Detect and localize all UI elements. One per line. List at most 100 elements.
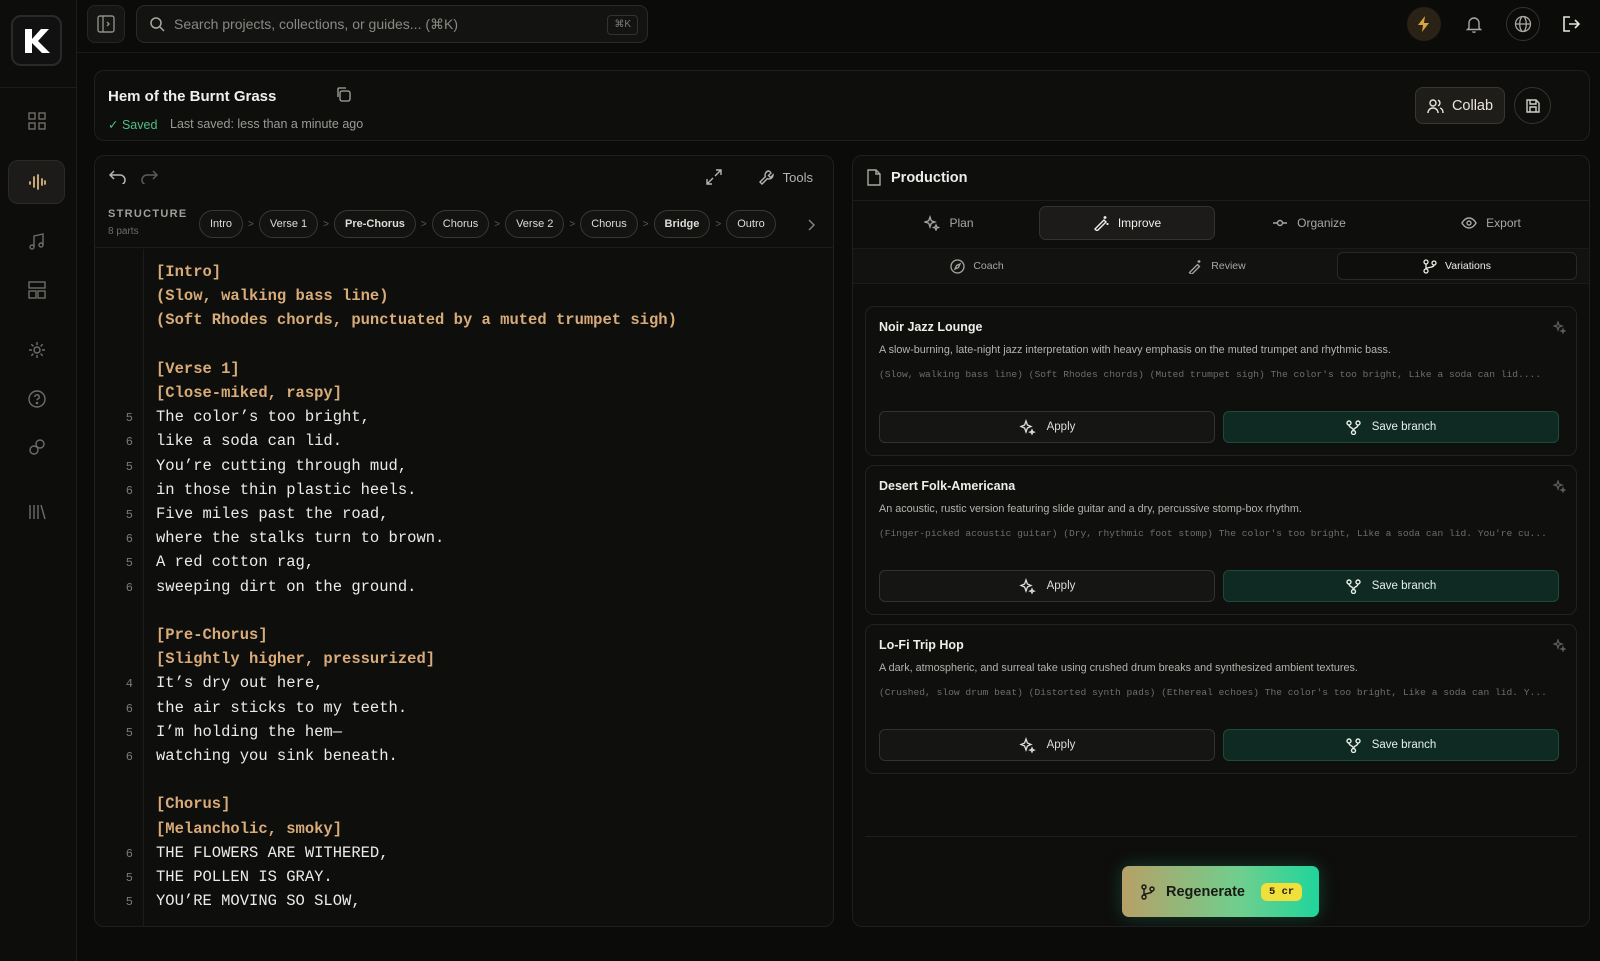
redo-button[interactable] [141,169,159,189]
section-tag-line[interactable]: (Soft Rhodes chords, punctuated by a mut… [95,310,833,334]
syllable-count: 6 [125,846,133,861]
panel-left-icon [97,15,115,33]
lyric-line[interactable] [95,335,833,359]
structure-pills: Intro > Verse 1 > Pre-Chorus > Chorus > … [199,210,776,238]
lyric-line[interactable]: 5 I’m holding the hem— [95,722,833,746]
part-pill[interactable]: Intro [199,210,244,238]
part-pill[interactable]: Chorus [580,210,638,238]
chevron-right-icon [808,219,815,231]
lyric-line[interactable]: 6 in those thin plastic heels. [95,480,833,504]
part-pill[interactable]: Pre-Chorus [334,210,416,238]
tab-organize[interactable]: Organize [1221,206,1397,240]
lyric-line[interactable]: 6 the air sticks to my teeth. [95,698,833,722]
apply-button[interactable]: Apply [879,411,1215,443]
integrations-nav[interactable] [8,425,65,469]
subtab-coach[interactable]: Coach [857,252,1097,280]
help-nav[interactable] [8,377,65,421]
separator-chevron: > [323,218,330,230]
line-text: [Intro] [156,263,222,281]
expand-button[interactable] [706,169,722,190]
section-tag-line[interactable]: [Pre-Chorus] [95,625,833,649]
notifications-button[interactable] [1457,7,1491,41]
logout-button[interactable] [1555,7,1589,41]
part-pill[interactable]: Verse 1 [258,210,319,238]
syllable-count: 6 [125,532,133,547]
tools-label: Tools [782,169,813,185]
lyric-line[interactable]: 6 where the stalks turn to brown. [95,528,833,552]
tab-plan[interactable]: Plan [861,206,1037,240]
subtab-review[interactable]: Review [1097,252,1337,280]
lyric-line[interactable]: 6 sweeping dirt on the ground. [95,577,833,601]
part-pill[interactable]: Outro [726,210,776,238]
syllable-count: 6 [125,483,133,498]
apply-button[interactable]: Apply [879,570,1215,602]
lyric-line[interactable]: 5 You’re cutting through mud, [95,456,833,480]
save-icon [1525,98,1540,113]
syllable-count: 5 [125,411,133,426]
lyric-line[interactable]: 6 like a soda can lid. [95,431,833,455]
lyric-line[interactable]: 4 It’s dry out here, [95,673,833,697]
syllable-count: 4 [125,677,133,692]
structure-bar: STRUCTURE 8 parts Intro > Verse 1 > Pre-… [95,200,833,248]
undo-button[interactable] [108,169,126,189]
line-text: like a soda can lid. [156,432,343,451]
app-logo[interactable] [11,15,62,66]
subtab-variations[interactable]: Variations [1337,252,1577,280]
lyric-line[interactable]: 5 Five miles past the road, [95,504,833,528]
lyric-line[interactable] [95,601,833,625]
section-tag-line[interactable]: [Close-miked, raspy] [95,383,833,407]
syllable-count: 5 [125,871,133,885]
language-button[interactable] [1506,7,1540,41]
regenerate-button[interactable]: Regenerate 5 cr [1122,866,1319,917]
section-tag-line[interactable]: [Chorus] [95,794,833,818]
part-pill[interactable]: Verse 2 [505,210,565,238]
tab-export[interactable]: Export [1403,206,1579,240]
section-tag-line[interactable]: [Slightly higher, pressurized] [95,649,833,673]
layout-icon [27,281,46,299]
part-pill[interactable]: Bridge [653,210,711,238]
line-text: [Melancholic, smoky] [156,819,343,838]
lyrics-body[interactable]: [Intro] (Slow, walking bass line) (Soft Rh… [95,249,833,926]
lyric-line[interactable]: 5 The color’s too bright, [95,407,833,431]
lyric-line[interactable]: 6 watching you sink beneath. [95,746,833,770]
section-tag-line[interactable]: [Verse 1] [95,359,833,383]
lyric-line[interactable]: 5 A red cotton rag, [95,552,833,576]
structure-label: STRUCTURE [108,208,188,220]
search-bar[interactable]: ⌘K [136,5,648,43]
project-title[interactable]: Hem of the Burnt Grass [108,88,276,105]
collab-button[interactable]: Collab [1415,87,1505,124]
search-input[interactable] [174,16,594,32]
save-branch-button[interactable]: Save branch [1223,411,1559,443]
line-text: [Slightly higher, pressurized] [156,650,436,669]
save-button[interactable] [1514,87,1551,124]
section-tag-line[interactable]: [Melancholic, smoky] [95,819,833,843]
lyric-line[interactable]: 5 THE POLLEN IS GRAY. [95,867,833,891]
sidebar-toggle-button[interactable] [87,5,125,43]
section-tag-line[interactable]: (Slow, walking bass line) [95,286,833,310]
separator-chevron: > [569,218,576,230]
save-branch-label: Save branch [1371,580,1437,592]
copy-title-button[interactable] [335,86,352,108]
sparkles-icon [1018,418,1036,436]
variation-name: Desert Folk-Americana [879,479,1016,493]
redo-icon [141,170,159,186]
section-tag-line[interactable]: [Intro] [95,262,833,286]
apply-button[interactable]: Apply [879,729,1215,761]
boost-button[interactable] [1407,7,1441,41]
studio-nav[interactable] [8,160,65,204]
library-nav[interactable] [8,490,65,534]
save-branch-button[interactable]: Save branch [1223,729,1559,761]
layout-nav[interactable] [8,268,65,312]
lyric-line[interactable] [95,770,833,794]
scroll-right-button[interactable] [807,218,815,236]
dashboard-nav[interactable] [8,99,65,143]
music-nav[interactable] [8,220,65,264]
line-text: You’re cutting through mud, [156,456,408,475]
tab-improve[interactable]: Improve [1039,206,1215,240]
settings-nav[interactable] [8,328,65,372]
save-branch-button[interactable]: Save branch [1223,570,1559,602]
lyric-line[interactable]: 6 THE FLOWERS ARE WITHERED, [95,843,833,867]
tools-button[interactable]: Tools [758,169,813,185]
lyric-line[interactable]: 5 YOU’RE MOVING SO SLOW, [95,891,833,915]
part-pill[interactable]: Chorus [431,210,490,238]
